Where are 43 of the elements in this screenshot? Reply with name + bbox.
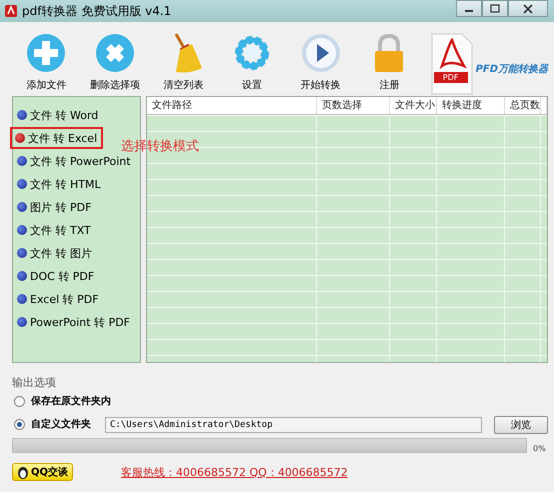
mode-item[interactable]: 文件 转 图片 (13, 242, 98, 264)
mode-item[interactable]: 文件 转 Word (13, 104, 104, 126)
mode-item[interactable]: 文件 转 HTML (13, 173, 107, 195)
mode-item[interactable]: Excel 转 PDF (13, 288, 105, 310)
progress-reading: 0% (533, 444, 546, 453)
minimize-button[interactable] (456, 0, 482, 17)
close-button[interactable] (508, 0, 548, 17)
brand-name: PFD万能转换器 (476, 62, 548, 76)
column-header[interactable]: 文件大小 (390, 97, 437, 114)
toolbar-button[interactable]: 开始转换 (286, 26, 355, 96)
window-title: pdf转换器 免费试用版 v4.1 (22, 2, 172, 20)
pdf-file-icon: PDF (430, 32, 474, 96)
play-icon (300, 32, 342, 74)
mode-item[interactable]: 文件 转 Excel (10, 127, 104, 149)
radio-label: 保存在原文件夹内 (31, 394, 111, 408)
radio-label: 自定义文件夹 (30, 418, 91, 432)
toolbar-button[interactable]: 添加文件 (12, 26, 81, 96)
mode-item[interactable]: 文件 转 TXT (13, 219, 97, 241)
column-header[interactable]: 总页数 (505, 97, 541, 114)
section-title: 输出选项 (12, 375, 57, 390)
app-icon (4, 4, 18, 18)
maximize-button[interactable] (482, 0, 508, 17)
maximize-icon (490, 4, 500, 13)
path-field[interactable]: C:\Users\Administrator\Desktop (104, 416, 482, 432)
toolbar-button[interactable]: 设置 (218, 26, 286, 96)
radio-button[interactable] (14, 419, 25, 430)
toolbar-button[interactable]: 删除选择项 (80, 26, 150, 96)
add-icon (25, 32, 68, 74)
annotation-text: 选择转换模式 (121, 138, 199, 155)
column-header[interactable]: 页数选择 (317, 97, 390, 114)
toolbar-button[interactable]: 注册 (354, 26, 424, 96)
delete-icon (94, 32, 136, 74)
toolbar-button[interactable]: 清空列表 (149, 26, 218, 96)
mode-item[interactable]: DOC 转 PDF (13, 265, 100, 287)
close-icon (523, 4, 533, 14)
mode-item[interactable]: PowerPoint 转 PDF (13, 311, 136, 333)
hotline-link[interactable]: 客服热线：4006685572 QQ：4006685572 (121, 464, 348, 480)
mode-item[interactable]: 图片 转 PDF (13, 196, 98, 218)
qq-chat-button[interactable]: QQ交谈 (12, 463, 74, 481)
browse-button[interactable]: 浏览 (494, 416, 548, 434)
column-header[interactable]: 转换进度 (437, 97, 505, 114)
column-header[interactable]: 文件路径 (147, 97, 317, 114)
radio-button[interactable] (14, 396, 25, 407)
